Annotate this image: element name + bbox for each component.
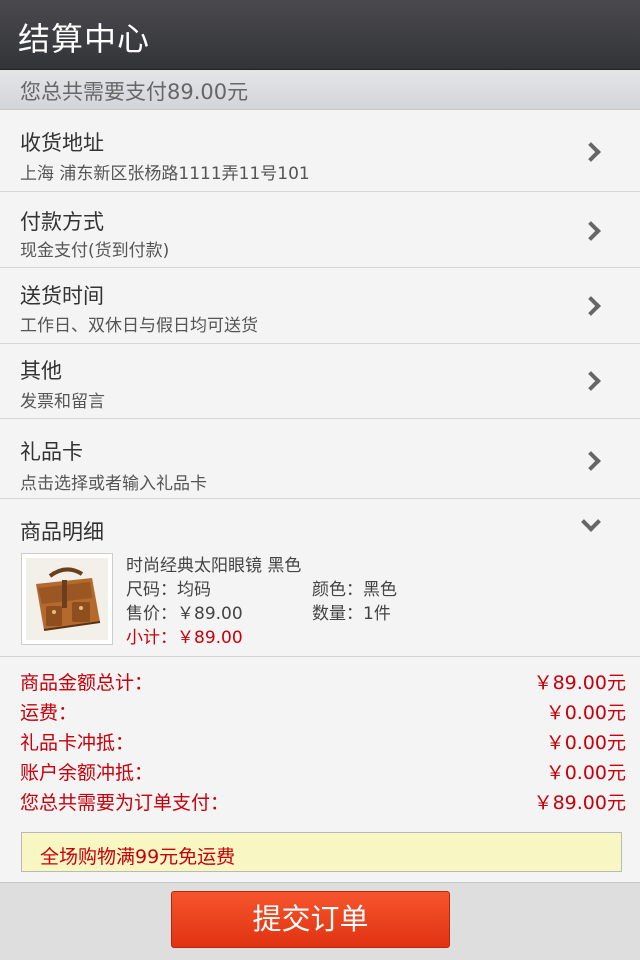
chevron-right-icon bbox=[581, 221, 601, 241]
chevron-right-icon bbox=[581, 142, 601, 162]
other-row[interactable]: 其他 发票和留言 bbox=[0, 344, 640, 419]
summary-label: 您总共需要为订单支付： bbox=[20, 792, 230, 814]
row-subtitle: 工作日、双休日与假日均可送货 bbox=[20, 316, 258, 336]
row-title: 收货地址 bbox=[20, 131, 104, 155]
product-name[interactable]: 时尚经典太阳眼镜 黑色 bbox=[126, 551, 301, 576]
header-bar: 结算中心 bbox=[0, 0, 640, 70]
summary-row-order-total: 您总共需要为订单支付： ￥89.00元 bbox=[20, 788, 626, 816]
row-subtitle: 现金支付(货到付款) bbox=[20, 241, 170, 261]
gift-card-row[interactable]: 礼品卡 点击选择或者输入礼品卡 bbox=[0, 419, 640, 499]
product-quantity: 数量：1件 bbox=[312, 604, 391, 624]
summary-row-gift-card: 礼品卡冲抵： ￥0.00元 bbox=[20, 728, 626, 756]
chevron-right-icon bbox=[581, 371, 601, 391]
delivery-time-row[interactable]: 送货时间 工作日、双休日与假日均可送货 bbox=[0, 268, 640, 344]
row-subtitle: 点击选择或者输入礼品卡 bbox=[20, 474, 207, 494]
summary-row-shipping: 运费： ￥0.00元 bbox=[20, 698, 626, 726]
product-size: 尺码：均码 bbox=[126, 580, 211, 600]
row-subtitle: 上海 浦东新区张杨路1111弄11号101 bbox=[20, 164, 310, 184]
notice-text: 全场购物满99元免运费 bbox=[40, 846, 236, 868]
row-title: 送货时间 bbox=[20, 284, 104, 308]
chevron-right-icon bbox=[581, 451, 601, 471]
total-payment-bar: 您总共需要支付89.00元 bbox=[0, 70, 640, 110]
row-title: 礼品卡 bbox=[20, 440, 83, 464]
row-title: 付款方式 bbox=[20, 210, 104, 234]
summary-value: ￥0.00元 bbox=[545, 702, 626, 724]
product-color: 颜色：黑色 bbox=[312, 580, 397, 600]
summary-label: 运费： bbox=[20, 702, 78, 724]
total-payment-text: 您总共需要支付89.00元 bbox=[20, 80, 249, 104]
bag-image bbox=[26, 558, 108, 640]
submit-order-button[interactable]: 提交订单 bbox=[171, 891, 450, 948]
product-details-title: 商品明细 bbox=[20, 520, 104, 544]
summary-value: ￥0.00元 bbox=[545, 762, 626, 784]
summary-label: 账户余额冲抵： bbox=[20, 762, 154, 784]
product-price: 售价：￥89.00 bbox=[126, 604, 243, 624]
summary-row-balance: 账户余额冲抵： ￥0.00元 bbox=[20, 758, 626, 786]
summary-value: ￥89.00元 bbox=[533, 672, 626, 694]
summary-label: 礼品卡冲抵： bbox=[20, 732, 135, 754]
product-subtotal: 小计：￥89.00 bbox=[126, 628, 243, 648]
summary-row-goods-total: 商品金额总计： ￥89.00元 bbox=[20, 668, 626, 696]
chevron-right-icon bbox=[581, 296, 601, 316]
shipping-address-row[interactable]: 收货地址 上海 浦东新区张杨路1111弄11号101 bbox=[0, 110, 640, 192]
summary-value: ￥89.00元 bbox=[533, 792, 626, 814]
row-subtitle: 发票和留言 bbox=[20, 392, 105, 412]
row-title: 其他 bbox=[20, 359, 62, 383]
summary-label: 商品金额总计： bbox=[20, 672, 154, 694]
page-title: 结算中心 bbox=[18, 20, 151, 58]
payment-method-row[interactable]: 付款方式 现金支付(货到付款) bbox=[0, 192, 640, 268]
summary-value: ￥0.00元 bbox=[545, 732, 626, 754]
product-image[interactable] bbox=[21, 553, 113, 645]
free-shipping-notice: 全场购物满99元免运费 bbox=[21, 832, 622, 872]
